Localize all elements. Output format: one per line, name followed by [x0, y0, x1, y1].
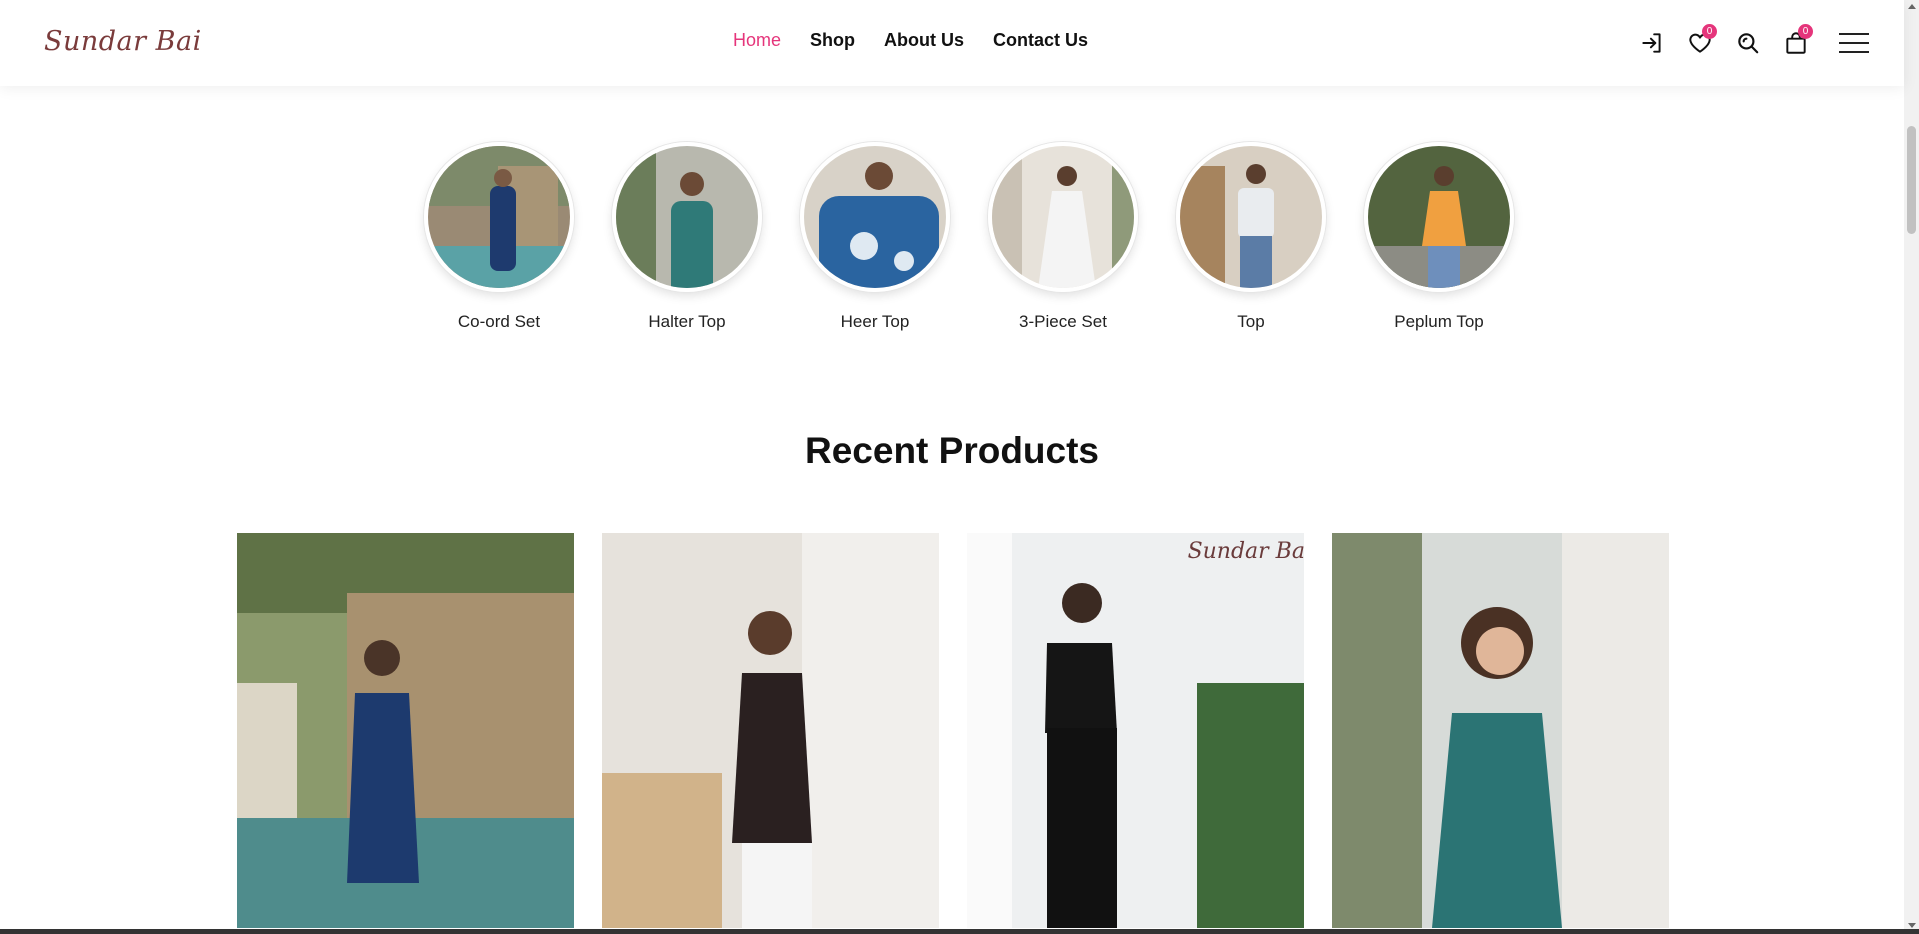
product-image: [1332, 533, 1669, 928]
search-icon: [1738, 33, 1759, 54]
category-photo: [992, 146, 1134, 288]
login-button[interactable]: [1635, 26, 1669, 60]
category-image[interactable]: [800, 142, 950, 292]
cart-count-badge: 0: [1798, 24, 1813, 39]
category-image[interactable]: [988, 142, 1138, 292]
category-co-ord-set[interactable]: Co-ord Set: [405, 142, 593, 332]
category-label: 3-Piece Set: [1019, 312, 1107, 331]
menu-line: [1839, 42, 1869, 44]
product-grid: Sundar Bai: [237, 533, 1669, 928]
brand-logo[interactable]: Sundar Bai: [44, 26, 202, 57]
category-label: Peplum Top: [1394, 312, 1484, 331]
category-label: Heer Top: [840, 312, 910, 331]
category-list: Co-ord Set Halter Top Heer Top 3-Piece S…: [405, 142, 1533, 332]
category-photo: [804, 146, 946, 288]
category-label: Halter Top: [648, 312, 726, 331]
nav-contact-us[interactable]: Contact Us: [993, 30, 1088, 51]
category-3-piece-set[interactable]: 3-Piece Set: [969, 142, 1157, 332]
wishlist-button[interactable]: 0: [1683, 24, 1717, 60]
scroll-down-arrow-icon[interactable]: [1908, 923, 1916, 928]
category-image[interactable]: [1176, 142, 1326, 292]
category-photo: [616, 146, 758, 288]
category-heer-top[interactable]: Heer Top: [781, 142, 969, 332]
product-card[interactable]: [237, 533, 574, 928]
category-image[interactable]: [424, 142, 574, 292]
login-icon: [1642, 33, 1661, 53]
category-photo: [1368, 146, 1510, 288]
product-image: [237, 533, 574, 928]
product-image: [967, 533, 1304, 928]
category-label: Co-ord Set: [457, 312, 541, 331]
bottom-edge: [0, 929, 1919, 934]
category-label: Top: [1237, 312, 1265, 331]
product-card[interactable]: Sundar Bai: [967, 533, 1304, 928]
category-halter-top[interactable]: Halter Top: [593, 142, 781, 332]
header-icons: 0 0: [1635, 24, 1873, 60]
main-nav: Home Shop About Us Contact Us: [733, 30, 1117, 51]
category-photo: [1180, 146, 1322, 288]
menu-line: [1839, 33, 1869, 35]
hamburger-menu-icon[interactable]: [1839, 26, 1873, 60]
category-top[interactable]: Top: [1157, 142, 1345, 332]
category-peplum-top[interactable]: Peplum Top: [1345, 142, 1533, 332]
recent-products-title: Recent Products: [804, 430, 1099, 471]
category-image[interactable]: [612, 142, 762, 292]
vertical-scrollbar[interactable]: [1904, 0, 1919, 934]
category-photo: [428, 146, 570, 288]
scroll-up-arrow-icon[interactable]: [1908, 4, 1916, 9]
nav-shop[interactable]: Shop: [810, 30, 855, 51]
nav-about-us[interactable]: About Us: [884, 30, 964, 51]
scrollbar-thumb[interactable]: [1907, 126, 1916, 234]
menu-line: [1839, 51, 1869, 53]
product-card[interactable]: [602, 533, 939, 928]
product-image: [602, 533, 939, 928]
product-watermark: Sundar Bai: [1187, 539, 1304, 564]
cart-button[interactable]: 0: [1779, 24, 1813, 60]
wishlist-count-badge: 0: [1702, 24, 1717, 39]
nav-home[interactable]: Home: [733, 30, 781, 51]
search-button[interactable]: [1731, 26, 1765, 60]
site-header: Sundar Bai Home Shop About Us Contact Us…: [0, 0, 1904, 86]
category-image[interactable]: [1364, 142, 1514, 292]
product-card[interactable]: [1332, 533, 1669, 928]
